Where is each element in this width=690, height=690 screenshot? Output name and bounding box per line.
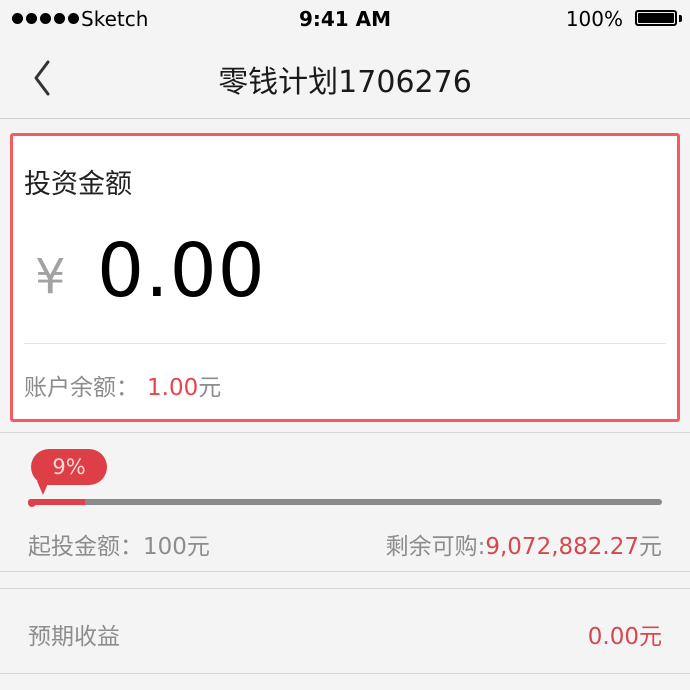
investment-amount-input[interactable]: 0.00 [97,228,266,314]
remaining-unit: 元 [639,534,662,560]
minimum-investment: 起投金额：100元 [28,534,210,560]
investment-amount-card[interactable]: 投资金额 ¥ 0.00 账户余额： 1.00元 [10,133,680,422]
account-balance-unit: 元 [198,375,222,401]
expected-yield-row: 预期收益 0.00元 [0,588,690,674]
progress-bar [28,499,662,505]
battery-percentage: 100% [565,7,623,31]
navigation-bar: 零钱计划1706276 [0,38,690,119]
remaining-available: 剩余可购:9,072,882.27元 [386,527,662,561]
account-balance-row: 账户余额： 1.00元 [24,368,221,402]
expected-yield-label: 预期收益 [28,624,120,650]
status-bar: Sketch 9:41 AM 100% [0,0,690,38]
battery-tip [679,15,682,22]
expected-yield-value: 0.00元 [587,624,662,650]
progress-bar-fill [28,499,86,505]
currency-symbol: ¥ [35,249,66,305]
remaining-label: 剩余可购: [385,534,486,560]
account-balance-label: 账户余额： [24,375,139,401]
app-screen: Sketch 9:41 AM 100% 零钱计划1706276 投资金额 ¥ 0… [0,0,690,690]
badge-pointer [37,481,49,495]
progress-knob [28,499,36,507]
investment-amount-label: 投资金额 [24,169,132,200]
sales-progress-section: 9% 起投金额：100元 剩余可购:9,072,882.27元 [0,432,690,572]
progress-percent-badge: 9% [31,449,107,485]
remaining-value: 9,072,882.27 [485,534,639,560]
account-balance-value: 1.00 [147,375,199,401]
page-title: 零钱计划1706276 [218,65,472,100]
card-divider [24,343,666,344]
battery-icon [635,10,677,26]
